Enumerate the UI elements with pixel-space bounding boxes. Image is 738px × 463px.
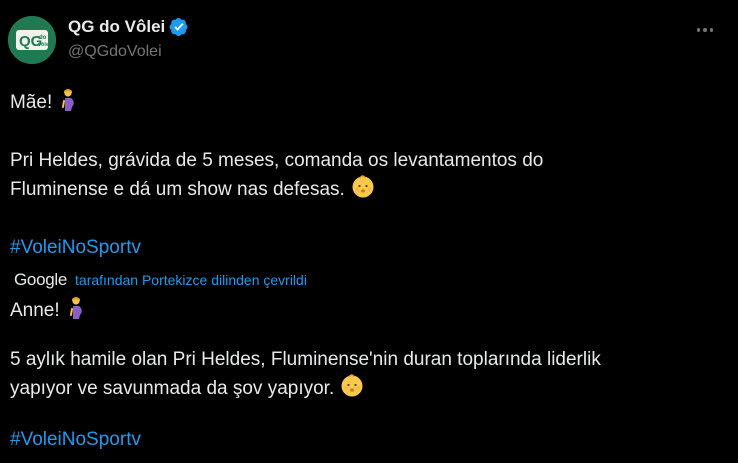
avatar-logo-icon: QG do vôlei [8, 16, 56, 64]
display-name[interactable]: QG do Vôlei [68, 16, 165, 38]
hashtag-link[interactable]: #VoleiNoSportv [10, 429, 141, 450]
translated-line-2b: yapıyor ve savunmada da şov yapıyor. [10, 374, 364, 403]
handle[interactable]: @QGdoVolei [68, 41, 189, 63]
pregnant-woman-emoji [62, 89, 75, 111]
translated-body-end: yapıyor ve savunmada da şov yapıyor. [10, 378, 335, 399]
svg-text:do: do [39, 35, 47, 41]
translation-attribution: Google tarafından Portekizce dilinden çe… [14, 269, 307, 291]
translated-line-2a: 5 aylık hamile olan Pri Heldes, Fluminen… [10, 349, 601, 370]
translated-line-1: Anne! [10, 296, 86, 325]
translated-hashtag-line: #VoleiNoSportv [10, 425, 141, 454]
tweet: QG do vôlei QG do Vôlei @QGdoVolei Mãe! … [0, 0, 738, 463]
original-greeting: Mãe! [10, 92, 53, 113]
translation-note-link[interactable]: tarafından Portekizce dilinden çevrildi [75, 272, 307, 288]
svg-text:vôlei: vôlei [38, 42, 51, 48]
pregnant-woman-emoji [69, 297, 82, 319]
hashtag-link[interactable]: #VoleiNoSportv [10, 237, 141, 258]
google-logo: Google [14, 270, 68, 289]
more-options-icon[interactable] [690, 18, 720, 42]
translated-greeting: Anne! [10, 300, 60, 321]
avatar[interactable]: QG do vôlei [8, 16, 56, 64]
author-block: QG do Vôlei @QGdoVolei [68, 16, 189, 63]
original-line-1: Mãe! [10, 88, 78, 117]
original-line-2b: Fluminense e dá um show nas defesas. [10, 175, 375, 204]
original-body-end: Fluminense e dá um show nas defesas. [10, 179, 345, 200]
original-line-2a: Pri Heldes, grávida de 5 meses, comanda … [10, 150, 544, 171]
name-row: QG do Vôlei [68, 16, 189, 38]
baby-emoji [341, 374, 363, 397]
original-hashtag-line: #VoleiNoSportv [10, 233, 141, 262]
baby-emoji [352, 175, 374, 198]
verified-badge-icon[interactable] [169, 17, 189, 37]
